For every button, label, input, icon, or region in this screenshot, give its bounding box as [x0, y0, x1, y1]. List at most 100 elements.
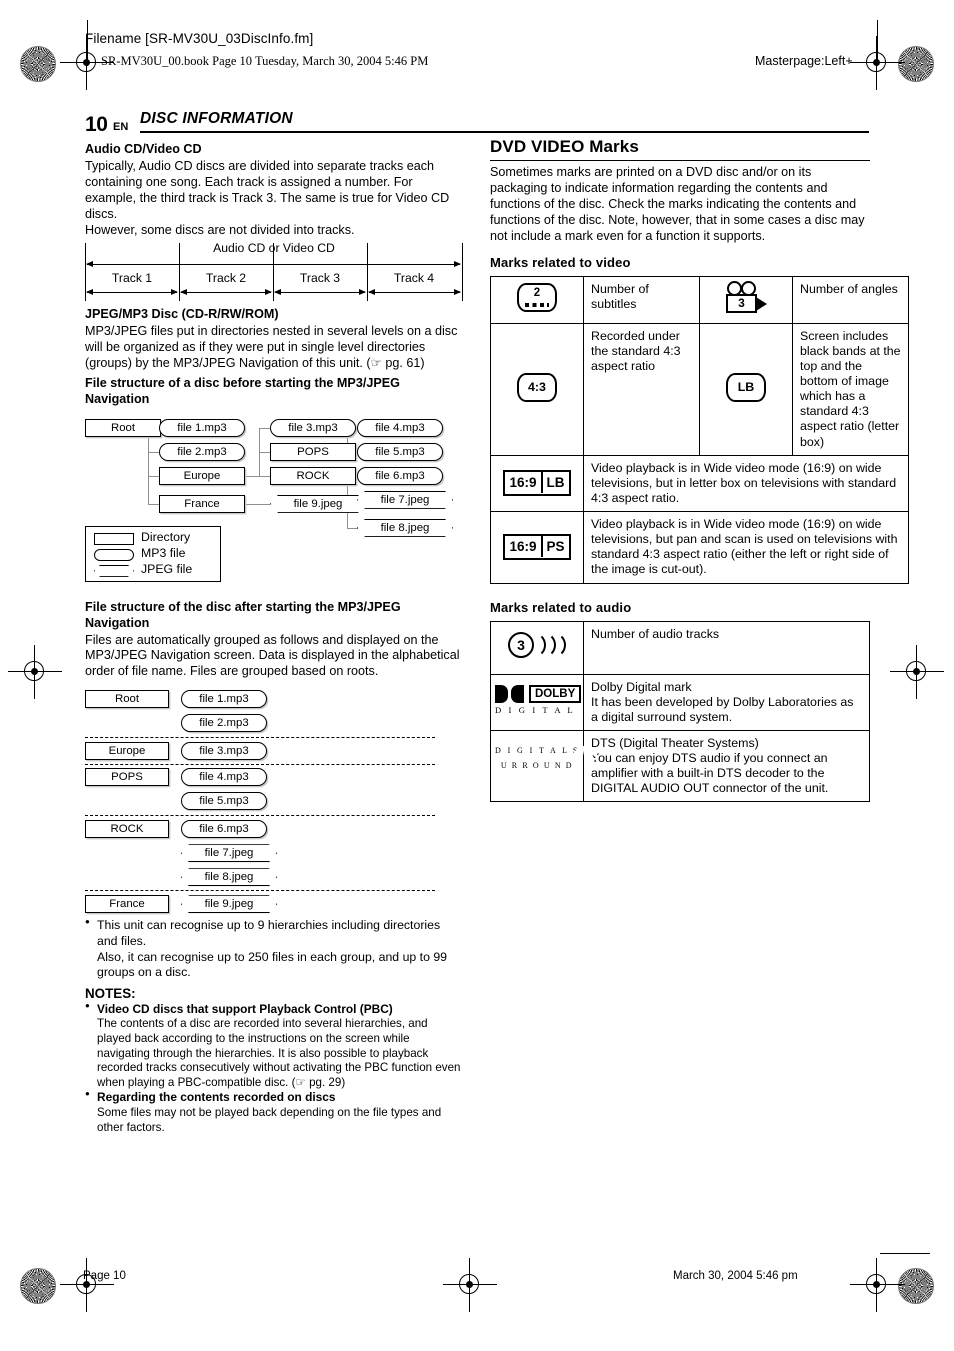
group-dir: ROCK: [85, 820, 169, 839]
footer-page-label: Page 10: [83, 1270, 126, 1282]
aspect-4-3-icon-label: 4:3: [528, 379, 546, 394]
group-file: file 6.mp3: [181, 820, 267, 839]
tree-diagram-after: Root file 1.mp3 file 2.mp3 Europe file 3…: [85, 686, 463, 914]
list-item: This unit can recognise up to 9 hierarch…: [85, 917, 463, 980]
halftone-circle-top-right: [898, 46, 934, 82]
tree-node: France: [159, 494, 245, 513]
group-file: file 5.mp3: [181, 792, 267, 811]
text-audio-cd-body: Typically, Audio CD discs are divided in…: [85, 158, 450, 221]
track-label: Track 2: [205, 271, 247, 286]
right-column: DVD VIDEO Marks Sometimes marks are prin…: [490, 137, 909, 803]
page-number: 10: [85, 113, 108, 136]
title-rule: [140, 131, 869, 133]
track-label: Track 4: [393, 271, 435, 286]
legend-jpeg-shape: [94, 565, 134, 577]
list-item: Regarding the contents recorded on discs…: [85, 1089, 463, 1135]
legend-mp3-label: MP3 file: [141, 545, 186, 560]
tree-node: file 6.mp3: [357, 466, 443, 485]
header-filename: Filename [SR-MV30U_03DiscInfo.fm]: [85, 31, 314, 46]
wide-panscan-icon: 16:9 PS: [503, 534, 571, 561]
table-row: 16:9 PS Video playback is in Wide video m…: [490, 511, 909, 584]
audio-tracks-icon: 3: [508, 629, 566, 663]
registration-mark-br: [850, 1258, 904, 1312]
text-number-of-subtitles: Number of subtitles: [583, 275, 700, 324]
icon-cell-subtitles: 2: [490, 275, 584, 324]
camera-angles-icon: 3: [723, 280, 769, 315]
subtitles-icon: 2: [517, 283, 557, 313]
group-dir: Europe: [85, 742, 169, 761]
registration-mark-ml: [8, 645, 62, 699]
icon-cell-wide-ps: 16:9 PS: [490, 511, 584, 584]
text-structure-after-body: Files are automatically grouped as follo…: [85, 632, 460, 679]
group-dir: Root: [85, 690, 169, 709]
heading-marks-video: Marks related to video: [490, 254, 631, 270]
dolby-digital-icon: DOLBY D I G I T A L: [495, 685, 582, 715]
header-masterpage: Masterpage:Left+: [755, 54, 853, 68]
letterbox-icon-label: LB: [737, 379, 755, 394]
text-dts: DTS (Digital Theater Systems) You can en…: [583, 729, 870, 803]
left-column: Audio CD/Video CD Typically, Audio CD di…: [85, 142, 463, 1135]
group-dir: POPS: [85, 768, 169, 787]
heading-audio-cd: Audio CD/Video CD: [85, 142, 202, 156]
legend-jpeg-label: JPEG file: [141, 561, 193, 576]
section-title-dvd-marks: DVD VIDEO Marks: [490, 137, 639, 156]
heading-structure-before: File structure of a disc before starting…: [85, 376, 400, 406]
icon-cell-dolby: DOLBY D I G I T A L: [490, 673, 584, 731]
icon-cell-letterbox: LB: [699, 322, 793, 456]
tree-legend: Directory MP3 file JPEG file: [85, 525, 221, 582]
table-row: 3 Number of audio tracks: [490, 620, 870, 675]
dolby-word: DOLBY: [529, 685, 582, 704]
document-page: Filename [SR-MV30U_03DiscInfo.fm] SR-MV3…: [0, 0, 954, 1351]
letterbox-icon: LB: [726, 372, 766, 402]
wide-lb-mode: LB: [540, 472, 569, 494]
list-item: Video CD discs that support Playback Con…: [85, 1001, 463, 1091]
section-rule: [490, 160, 870, 161]
footer-timestamp: March 30, 2004 5:46 pm: [673, 1270, 798, 1282]
group-separator: [85, 815, 435, 817]
tree-diagram-before: Root file 1.mp3 file 2.mp3 Europe France…: [85, 414, 463, 582]
crop-line-right: [876, 20, 878, 66]
text-dvd-marks-intro: Sometimes marks are printed on a DVD dis…: [490, 165, 865, 243]
tree-node: file 5.mp3: [357, 442, 443, 461]
text-audio-cd-body2: However, some discs are not divided into…: [85, 222, 355, 237]
icon-cell-dts: D I G I T A L dts S U R R O U N D: [490, 729, 599, 803]
track-diagram-caption: Audio CD or Video CD: [213, 241, 335, 256]
note-body: Some files may not be played back depend…: [97, 1105, 442, 1134]
registration-mark-bc: [443, 1258, 497, 1312]
note-title: Video CD discs that support Playback Con…: [97, 1001, 393, 1016]
wide-lb-ratio: 16:9: [509, 475, 537, 491]
tree-node: file 4.mp3: [357, 418, 443, 437]
track-diagram: Audio CD or Video CD Track 1 Track 2 Tra…: [85, 241, 463, 303]
group-file: file 3.mp3: [181, 742, 267, 761]
wide-ps-mode: PS: [540, 536, 569, 558]
wide-letterbox-icon: 16:9 LB: [503, 470, 571, 497]
halftone-circle-top-left: [20, 46, 56, 82]
group-file: file 2.mp3: [181, 714, 267, 733]
notes-list: Video CD discs that support Playback Con…: [85, 1001, 463, 1135]
table-video-marks: 2 Number of subtitles 3 Number of angles: [490, 275, 909, 584]
dts-top-text: D I G I T A L: [495, 746, 570, 756]
note-body: The contents of a disc are recorded into…: [97, 1017, 461, 1089]
aspect-4-3-icon: 4:3: [517, 372, 557, 402]
bullet-line-2: Also, it can recognise up to 250 files i…: [97, 949, 448, 980]
tree-node: ROCK: [270, 466, 356, 485]
legend-mp3-shape: [94, 548, 134, 561]
legend-directory-shape: [94, 532, 134, 545]
tree-node: file 2.mp3: [159, 442, 245, 461]
text-aspect43: Recorded under the standard 4:3 aspect r…: [583, 322, 700, 456]
tree-node: file 8.jpeg: [357, 519, 453, 537]
text-wide-panscan: Video playback is in Wide video mode (16…: [583, 511, 909, 584]
text-jpeg-mp3-body: MP3/JPEG files put in directories nested…: [85, 324, 458, 371]
registration-mark-mr: [890, 645, 944, 699]
dolby-text-line1: Dolby Digital mark: [591, 679, 692, 694]
text-dolby: Dolby Digital mark It has been developed…: [583, 673, 870, 731]
table-row: 2 Number of subtitles 3 Number of angles: [490, 275, 909, 324]
group-separator: [85, 890, 435, 892]
subtitles-icon-dots: [525, 303, 549, 307]
crop-line-topright: [880, 1253, 930, 1254]
table-row: D I G I T A L dts S U R R O U N D DTS (D…: [490, 729, 870, 803]
group-file: file 9.jpeg: [181, 895, 277, 913]
table-row: 4:3 Recorded under the standard 4:3 aspe…: [490, 322, 909, 456]
halftone-circle-bottom-right: [898, 1268, 934, 1304]
icon-cell-angles: 3: [699, 275, 793, 324]
